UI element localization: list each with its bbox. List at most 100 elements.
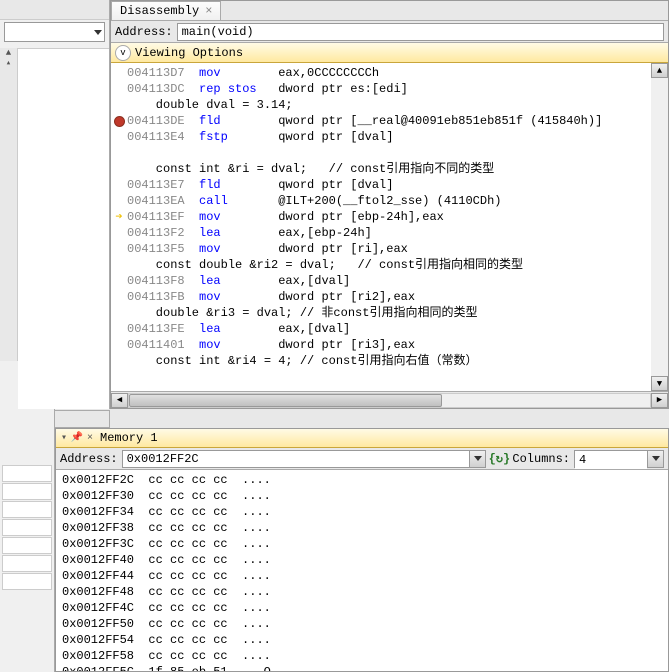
breakpoint-icon[interactable] — [114, 116, 125, 127]
memory-title: Memory 1 — [100, 431, 158, 445]
viewing-options-bar[interactable]: v Viewing Options — [111, 43, 668, 63]
chevron-down-icon[interactable] — [647, 451, 663, 467]
source-line: const int &ri = dval; // const引用指向不同的类型 — [127, 161, 494, 177]
memory-address-combo[interactable] — [122, 450, 487, 468]
dropdown-icon[interactable]: ▾ — [58, 432, 70, 444]
source-line: const int &ri4 = 4; // const引用指向右值（常数） — [127, 353, 477, 369]
list-item[interactable] — [2, 555, 52, 572]
disasm-address-input[interactable] — [177, 23, 664, 41]
memory-address-bar: Address: {↻} Columns: — [56, 448, 668, 470]
source-line: double &ri3 = dval; // 非const引用指向相同的类型 — [127, 305, 477, 321]
asm-line: 004113E4 fstp qword ptr [dval] — [127, 129, 393, 145]
code-line[interactable] — [111, 145, 651, 161]
close-icon[interactable]: × — [205, 4, 212, 18]
memory-row[interactable]: 0x0012FF44 cc cc cc cc .... — [62, 568, 662, 584]
close-icon[interactable]: × — [84, 432, 96, 444]
sidebar-dropdown[interactable] — [4, 22, 105, 42]
asm-line: 004113E7 fld qword ptr [dval] — [127, 177, 393, 193]
tab-bar: Disassembly × — [111, 1, 668, 21]
pin-icon[interactable]: 📌 — [71, 432, 83, 444]
memory-row[interactable]: 0x0012FF38 cc cc cc cc .... — [62, 520, 662, 536]
viewing-options-label: Viewing Options — [135, 46, 243, 60]
memory-row[interactable]: 0x0012FF34 cc cc cc cc .... — [62, 504, 662, 520]
code-line[interactable]: 004113DE fld qword ptr [__real@40091eb85… — [111, 113, 651, 129]
scroll-thumb[interactable] — [129, 394, 442, 407]
code-line[interactable]: const int &ri = dval; // const引用指向不同的类型 — [111, 161, 651, 177]
chevron-down-icon[interactable] — [469, 451, 485, 467]
code-area[interactable]: 004113D7 mov eax,0CCCCCCCCh004113DC rep … — [111, 63, 651, 391]
vertical-scrollbar[interactable]: ▲ ▼ — [651, 63, 668, 391]
code-line[interactable]: 004113FE lea eax,[dval] — [111, 321, 651, 337]
asm-line: 004113EF mov dword ptr [ebp-24h],eax — [127, 209, 444, 225]
sidebar-scroll-strip[interactable]: ▲ ▴ — [0, 48, 18, 361]
asm-line: 004113F2 lea eax,[ebp-24h] — [127, 225, 372, 241]
address-label: Address: — [115, 25, 173, 39]
memory-content[interactable]: 0x0012FF2C cc cc cc cc ....0x0012FF30 cc… — [56, 470, 668, 671]
asm-line: 004113F5 mov dword ptr [ri],eax — [127, 241, 408, 257]
memory-window: ▾ 📌 × Memory 1 Address: {↻} Columns: 0x0… — [55, 428, 669, 672]
memory-row[interactable]: 0x0012FF40 cc cc cc cc .... — [62, 552, 662, 568]
disasm-address-bar: Address: — [111, 21, 668, 43]
source-line — [127, 145, 134, 161]
memory-row[interactable]: 0x0012FF54 cc cc cc cc .... — [62, 632, 662, 648]
scroll-up-icon[interactable]: ▲ — [651, 63, 668, 78]
memory-row[interactable]: 0x0012FF58 cc cc cc cc .... — [62, 648, 662, 664]
code-line[interactable]: 00411401 mov dword ptr [ri3],eax — [111, 337, 651, 353]
source-line: const double &ri2 = dval; // const引用指向相同… — [127, 257, 523, 273]
left-bottom-pane — [0, 409, 55, 672]
memory-row[interactable]: 0x0012FF4C cc cc cc cc .... — [62, 600, 662, 616]
source-line: double dval = 3.14; — [127, 97, 293, 113]
horizontal-scrollbar[interactable]: ◀ ▶ — [111, 391, 668, 408]
code-line[interactable]: 004113FB mov dword ptr [ri2],eax — [111, 289, 651, 305]
code-line[interactable]: 004113E4 fstp qword ptr [dval] — [111, 129, 651, 145]
memory-row[interactable]: 0x0012FF30 cc cc cc cc .... — [62, 488, 662, 504]
code-line[interactable]: double dval = 3.14; — [111, 97, 651, 113]
list-item[interactable] — [2, 519, 52, 536]
columns-input[interactable] — [575, 451, 647, 469]
scroll-left-icon[interactable]: ◀ — [111, 393, 128, 408]
asm-line: 00411401 mov dword ptr [ri3],eax — [127, 337, 415, 353]
double-up-icon[interactable]: ▴ — [0, 58, 17, 68]
code-line[interactable]: 004113E7 fld qword ptr [dval] — [111, 177, 651, 193]
expand-icon[interactable]: v — [115, 45, 131, 61]
memory-address-input[interactable] — [123, 451, 470, 467]
memory-row[interactable]: 0x0012FF2C cc cc cc cc .... — [62, 472, 662, 488]
code-line[interactable]: const double &ri2 = dval; // const引用指向相同… — [111, 257, 651, 273]
up-arrow-icon[interactable]: ▲ — [0, 48, 17, 58]
code-line[interactable]: double &ri3 = dval; // 非const引用指向相同的类型 — [111, 305, 651, 321]
tab-label: Disassembly — [120, 4, 199, 18]
scroll-down-icon[interactable]: ▼ — [651, 376, 668, 391]
tab-disassembly[interactable]: Disassembly × — [111, 1, 221, 20]
asm-line: 004113F8 lea eax,[dval] — [127, 273, 350, 289]
list-item[interactable] — [2, 573, 52, 590]
memory-row[interactable]: 0x0012FF3C cc cc cc cc .... — [62, 536, 662, 552]
current-line-arrow-icon: ➔ — [115, 209, 122, 225]
memory-address-label: Address: — [60, 452, 118, 466]
code-line[interactable]: 004113EA call @ILT+200(__ftol2_sse) (411… — [111, 193, 651, 209]
code-line[interactable]: 004113F2 lea eax,[ebp-24h] — [111, 225, 651, 241]
chevron-down-icon — [94, 30, 102, 35]
code-line[interactable]: 004113F5 mov dword ptr [ri],eax — [111, 241, 651, 257]
code-line[interactable]: const int &ri4 = 4; // const引用指向右值（常数） — [111, 353, 651, 369]
memory-title-bar[interactable]: ▾ 📌 × Memory 1 — [56, 429, 668, 448]
code-line[interactable]: ➔ 004113EF mov dword ptr [ebp-24h],eax — [111, 209, 651, 225]
code-line[interactable]: 004113D7 mov eax,0CCCCCCCCh — [111, 65, 651, 81]
scroll-right-icon[interactable]: ▶ — [651, 393, 668, 408]
refresh-icon[interactable]: {↻} — [490, 450, 508, 468]
list-item[interactable] — [2, 501, 52, 518]
list-item[interactable] — [2, 537, 52, 554]
code-line[interactable]: 004113F8 lea eax,[dval] — [111, 273, 651, 289]
memory-row[interactable]: 0x0012FF50 cc cc cc cc .... — [62, 616, 662, 632]
memory-row[interactable]: 0x0012FF48 cc cc cc cc .... — [62, 584, 662, 600]
left-sidebar: ▲ ▴ — [0, 0, 110, 409]
asm-line: 004113DE fld qword ptr [__real@40091eb85… — [127, 113, 602, 129]
list-item[interactable] — [2, 483, 52, 500]
disassembly-panel: Disassembly × Address: v Viewing Options… — [110, 0, 669, 409]
columns-combo[interactable] — [574, 450, 664, 468]
asm-line: 004113EA call @ILT+200(__ftol2_sse) (411… — [127, 193, 501, 209]
code-line[interactable]: 004113DC rep stos dword ptr es:[edi] — [111, 81, 651, 97]
list-item[interactable] — [2, 465, 52, 482]
asm-line: 004113FB mov dword ptr [ri2],eax — [127, 289, 415, 305]
sidebar-body — [18, 48, 109, 409]
memory-row[interactable]: 0x0012FF5C 1f 85 eb 51 ...Q — [62, 664, 662, 671]
